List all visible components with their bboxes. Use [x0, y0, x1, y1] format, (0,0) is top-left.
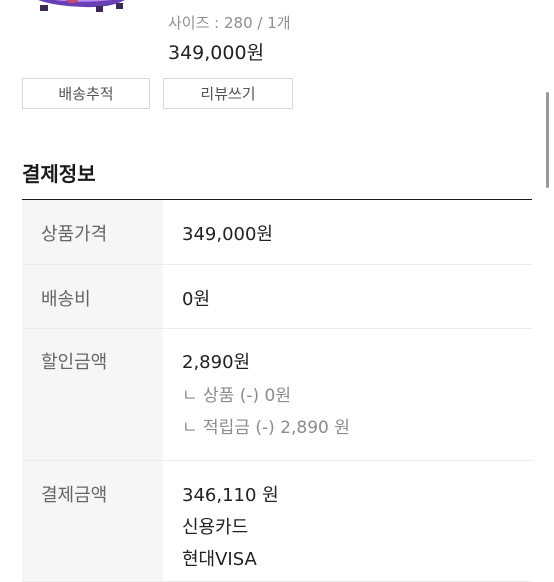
discount-value-cell: 2,890원 ㄴ 상품 (-) 0원 ㄴ 적립금 (-) 2,890 원 — [163, 329, 532, 460]
total-payment-label: 결제금액 — [22, 461, 163, 581]
shipping-fee-value: 0원 — [182, 289, 211, 310]
product-price: 349,000원 — [168, 42, 265, 64]
product-thumbnail[interactable] — [34, 0, 134, 20]
track-delivery-button[interactable]: 배송추적 — [22, 78, 150, 109]
total-payment-value: 346,110 원 — [182, 485, 279, 506]
discount-product-detail: ㄴ 상품 (-) 0원 — [182, 386, 291, 406]
product-price-label: 상품가격 — [22, 200, 163, 264]
payment-info-table: 상품가격 349,000원 배송비 0원 할인금액 2,890원 ㄴ 상품 (-… — [22, 199, 532, 582]
shipping-fee-row: 배송비 0원 — [22, 265, 532, 329]
shipping-fee-label: 배송비 — [22, 265, 163, 328]
payment-method: 신용카드 — [182, 517, 249, 538]
discount-label: 할인금액 — [22, 329, 163, 460]
scrollbar[interactable] — [546, 92, 549, 188]
total-payment-cell: 346,110 원 신용카드 현대VISA — [163, 461, 532, 581]
payment-info-title: 결제정보 — [22, 162, 96, 186]
product-price-row: 상품가격 349,000원 — [22, 200, 532, 265]
total-payment-row: 결제금액 346,110 원 신용카드 현대VISA — [22, 461, 532, 582]
product-option: 사이즈 : 280 / 1개 — [168, 14, 291, 32]
cleat-image — [38, 0, 125, 12]
write-review-button[interactable]: 리뷰쓰기 — [163, 78, 293, 109]
discount-value: 2,890원 — [182, 352, 251, 373]
card-type: 현대VISA — [182, 549, 257, 570]
discount-points-detail: ㄴ 적립금 (-) 2,890 원 — [182, 418, 350, 438]
product-price-value: 349,000원 — [182, 224, 273, 245]
discount-row: 할인금액 2,890원 ㄴ 상품 (-) 0원 ㄴ 적립금 (-) 2,890 … — [22, 329, 532, 461]
